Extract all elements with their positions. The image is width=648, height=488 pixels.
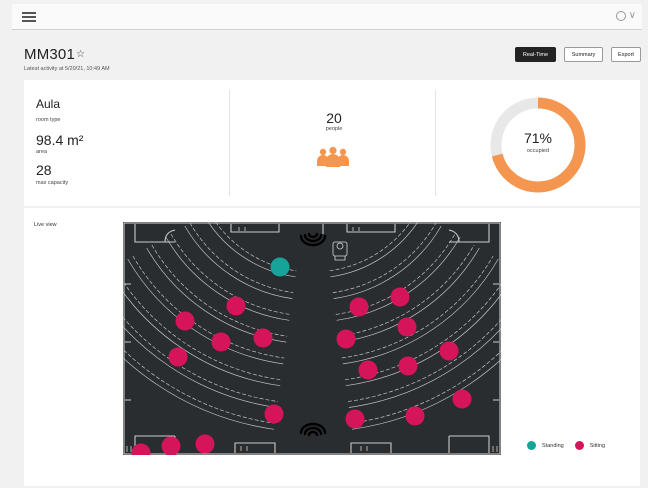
room-type-value: Aula bbox=[36, 97, 61, 111]
hamburger-menu-icon[interactable] bbox=[22, 12, 36, 22]
export-button[interactable]: Export bbox=[611, 47, 641, 62]
summary-button[interactable]: Summary bbox=[564, 47, 603, 62]
sitting-occupant-marker bbox=[168, 347, 188, 367]
room-type-label: room type bbox=[36, 117, 61, 123]
capacity-value: 28 bbox=[36, 162, 52, 178]
legend-standing: Standing bbox=[527, 441, 564, 450]
standing-occupant-marker bbox=[270, 257, 290, 277]
sitting-occupant-marker bbox=[439, 341, 459, 361]
live-view-label: Live view bbox=[34, 222, 57, 228]
sitting-occupant-marker bbox=[345, 409, 365, 429]
floor-plan-map bbox=[123, 222, 501, 455]
chevron-down-icon: ∨ bbox=[628, 10, 636, 21]
legend-sitting: Sitting bbox=[574, 441, 606, 450]
divider bbox=[435, 90, 436, 196]
realtime-button[interactable]: Real-Time bbox=[515, 47, 556, 62]
user-avatar-icon bbox=[615, 10, 626, 21]
sitting-occupant-marker bbox=[398, 356, 418, 376]
last-activity-text: Latest activity at 5/20/21, 10:49 AM bbox=[24, 66, 110, 72]
sitting-occupant-marker bbox=[211, 332, 231, 352]
sitting-occupant-marker bbox=[358, 360, 378, 380]
area-value: 98.4 m² bbox=[36, 132, 84, 148]
top-bar: ∨ bbox=[12, 4, 642, 30]
people-label: people bbox=[325, 126, 343, 132]
favorite-star-icon[interactable]: ☆ bbox=[76, 49, 85, 60]
room-stats-card: Aula room type 98.4 m² area 28 max capac… bbox=[24, 80, 640, 206]
legend: Standing Sitting bbox=[527, 441, 616, 450]
occupancy-label: occupied bbox=[526, 148, 550, 154]
sitting-occupant-marker bbox=[253, 328, 273, 348]
legend-standing-label: Standing bbox=[542, 442, 564, 449]
people-group-icon bbox=[317, 146, 349, 167]
sitting-occupant-marker bbox=[397, 317, 417, 337]
live-view-card: Live view Standing Sitting bbox=[24, 208, 640, 486]
sitting-occupant-marker bbox=[161, 436, 181, 455]
standing-dot-icon bbox=[527, 441, 536, 450]
area-label: area bbox=[36, 149, 48, 155]
capacity-label: max capacity bbox=[36, 180, 69, 186]
sitting-occupant-marker bbox=[175, 311, 195, 331]
sitting-occupant-marker bbox=[349, 297, 369, 317]
occupancy-percent: 71% bbox=[523, 130, 553, 146]
user-menu[interactable]: ∨ bbox=[615, 10, 636, 21]
legend-sitting-label: Sitting bbox=[589, 442, 606, 449]
sitting-occupant-marker bbox=[226, 296, 246, 316]
sitting-occupant-marker bbox=[405, 406, 425, 426]
room-title: MM301 bbox=[24, 46, 76, 63]
sitting-occupant-marker bbox=[336, 329, 356, 349]
sitting-occupant-marker bbox=[195, 434, 215, 454]
people-count: 20 bbox=[326, 110, 342, 126]
sitting-dot-icon bbox=[574, 441, 584, 450]
sitting-occupant-marker bbox=[264, 404, 284, 424]
divider bbox=[229, 90, 230, 196]
sitting-occupant-marker bbox=[390, 287, 410, 307]
sitting-occupant-marker bbox=[452, 389, 472, 409]
